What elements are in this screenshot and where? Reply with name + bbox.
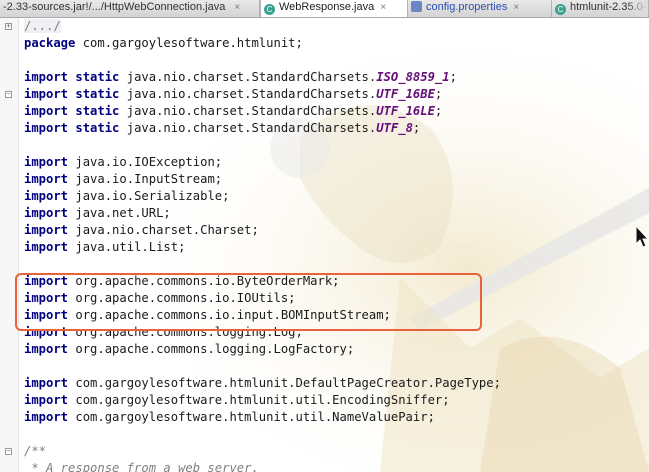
fold-icon[interactable]: −	[5, 91, 12, 98]
code-token: java.io.Serializable;	[68, 189, 230, 203]
keyword-token: import	[24, 376, 69, 390]
code-token: com.gargoylesoftware.htmlunit.util.NameV…	[68, 410, 435, 424]
keyword-token: static	[75, 121, 120, 135]
keyword-token: import	[24, 223, 69, 237]
code-line: import static java.nio.charset.StandardC…	[24, 104, 443, 118]
editor-tab-bar: -2.33-sources.jar!/.../HttpWebConnection…	[0, 0, 649, 18]
fold-icon[interactable]: +	[5, 23, 12, 30]
close-icon[interactable]: ×	[380, 2, 386, 13]
tab-http-web-connection[interactable]: -2.33-sources.jar!/.../HttpWebConnection…	[0, 0, 260, 17]
java-class-icon: C	[264, 4, 275, 15]
mouse-pointer-icon	[635, 225, 649, 248]
keyword-token: import	[24, 410, 69, 424]
java-class-icon: C	[555, 4, 566, 15]
keyword-token: import	[24, 87, 69, 101]
keyword-token: import	[24, 172, 69, 186]
code-line: import com.gargoylesoftware.htmlunit.Def…	[24, 375, 501, 392]
code-token: java.nio.charset.StandardCharsets.	[119, 104, 377, 118]
tab-label: -2.33-sources.jar!/.../HttpWebConnection…	[3, 1, 226, 13]
keyword-token: import	[24, 206, 69, 220]
tab-label: WebResponse.java	[279, 1, 375, 13]
keyword-token: import	[24, 393, 69, 407]
code-text[interactable]: /.../ package com.gargoylesoftware.htmlu…	[24, 18, 501, 472]
highlight-box	[15, 273, 482, 331]
keyword-token: static	[75, 87, 120, 101]
code-token: java.nio.charset.StandardCharsets.	[119, 87, 377, 101]
code-token: java.nio.charset.StandardCharsets.	[119, 121, 377, 135]
constant-token: UTF_16BE	[376, 87, 435, 101]
code-token: java.io.InputStream;	[68, 172, 223, 186]
fold-icon[interactable]: −	[5, 448, 12, 455]
code-token: java.io.IOException;	[68, 155, 223, 169]
keyword-token: import	[24, 70, 69, 84]
code-line: import java.io.InputStream;	[24, 171, 501, 188]
code-token: com.gargoylesoftware.htmlunit.util.Encod…	[68, 393, 450, 407]
code-line: /.../	[24, 18, 501, 35]
code-token: com.gargoylesoftware.htmlunit.DefaultPag…	[68, 376, 501, 390]
tab-config-properties[interactable]: config.properties ×	[408, 0, 552, 17]
code-token: java.nio.charset.StandardCharsets.	[119, 70, 377, 84]
tab-htmlunit-jar[interactable]: Chtmlunit-2.35.0-	[552, 0, 649, 17]
keyword-token: import	[24, 104, 69, 118]
code-line: import static java.nio.charset.StandardC…	[24, 87, 443, 101]
code-token: java.nio.charset.Charset;	[68, 223, 259, 237]
code-line: package com.gargoylesoftware.htmlunit;	[24, 35, 501, 52]
code-editor[interactable]: + − − /.../ package com.gargoylesoftware…	[0, 18, 649, 472]
code-line: import com.gargoylesoftware.htmlunit.uti…	[24, 392, 501, 409]
code-line: import org.apache.commons.logging.LogFac…	[24, 341, 501, 358]
comment-token: * A response from a web server.	[24, 461, 259, 472]
tab-web-response[interactable]: C WebResponse.java ×	[260, 0, 408, 17]
keyword-token: import	[24, 240, 69, 254]
keyword-token: static	[75, 70, 120, 84]
constant-token: UTF_16LE	[376, 104, 435, 118]
keyword-token: import	[24, 155, 69, 169]
code-line: import static java.nio.charset.StandardC…	[24, 121, 421, 135]
code-line: import static java.nio.charset.StandardC…	[24, 70, 457, 84]
code-line: import java.io.Serializable;	[24, 188, 501, 205]
code-line: import com.gargoylesoftware.htmlunit.uti…	[24, 409, 501, 426]
code-line: import java.io.IOException;	[24, 154, 501, 171]
properties-file-icon	[411, 1, 422, 12]
comment-token: /**	[24, 444, 47, 458]
tab-label: config.properties	[426, 1, 508, 13]
code-token: java.util.List;	[68, 240, 186, 254]
code-token: org.apache.commons.logging.LogFactory;	[68, 342, 355, 356]
code-line: * A response from a web server.	[24, 460, 501, 472]
close-icon[interactable]: ×	[513, 2, 519, 13]
close-icon[interactable]: ×	[234, 2, 240, 13]
editor-gutter: + − −	[0, 18, 19, 472]
keyword-token: import	[24, 342, 69, 356]
keyword-token: import	[24, 121, 69, 135]
code-line: import java.net.URL;	[24, 205, 501, 222]
keyword-token: static	[75, 104, 120, 118]
folded-header-comment[interactable]: /.../	[24, 19, 61, 33]
code-token: java.net.URL;	[68, 206, 171, 220]
constant-token: ISO_8859_1	[376, 70, 450, 84]
code-line: import java.nio.charset.Charset;	[24, 222, 501, 239]
code-token: com.gargoylesoftware.htmlunit;	[75, 36, 303, 50]
keyword-token: import	[24, 189, 69, 203]
keyword-token: package	[24, 36, 76, 50]
code-line: /**	[24, 443, 501, 460]
constant-token: UTF_8	[376, 121, 413, 135]
code-line: import java.util.List;	[24, 239, 501, 256]
